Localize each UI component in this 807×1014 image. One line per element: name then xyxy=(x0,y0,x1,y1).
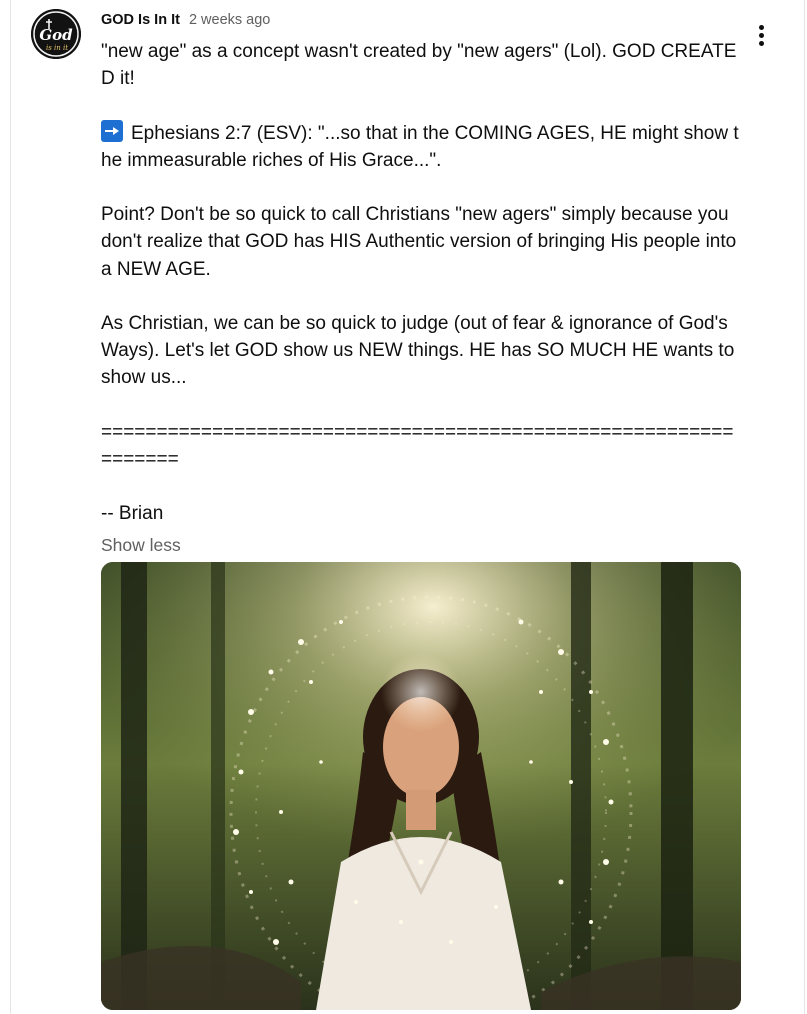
paragraph-3: Point? Don't be so quick to call Christi… xyxy=(101,204,742,280)
svg-text:is in it: is in it xyxy=(46,44,68,52)
comment-timestamp[interactable]: 2 weeks ago xyxy=(189,12,270,28)
paragraph-4: As Christian, we can be so quick to judg… xyxy=(101,313,740,389)
paragraph-1: "new age" as a concept wasn't created by… xyxy=(101,41,737,90)
attached-image[interactable] xyxy=(101,562,741,1010)
divider-line: ========================================… xyxy=(101,421,734,471)
paragraph-2: Ephesians 2:7 (ESV): "...so that in the … xyxy=(101,122,739,171)
comment-header: GOD Is In It 2 weeks ago xyxy=(101,12,270,32)
more-actions-button[interactable] xyxy=(748,20,774,50)
svg-text:God: God xyxy=(39,26,73,44)
more-vert-icon xyxy=(758,24,764,30)
comment-author[interactable]: GOD Is In It xyxy=(101,12,180,28)
comment-body: "new age" as a concept wasn't created by… xyxy=(101,38,741,528)
signature: -- Brian xyxy=(101,503,164,525)
right-arrow-emoji-icon xyxy=(101,119,123,142)
avatar-logo-icon: God is in it xyxy=(31,9,81,59)
show-less-link[interactable]: Show less xyxy=(101,535,181,556)
channel-avatar[interactable]: God is in it xyxy=(31,9,81,59)
meditating-woman-forest-image xyxy=(101,562,741,1010)
